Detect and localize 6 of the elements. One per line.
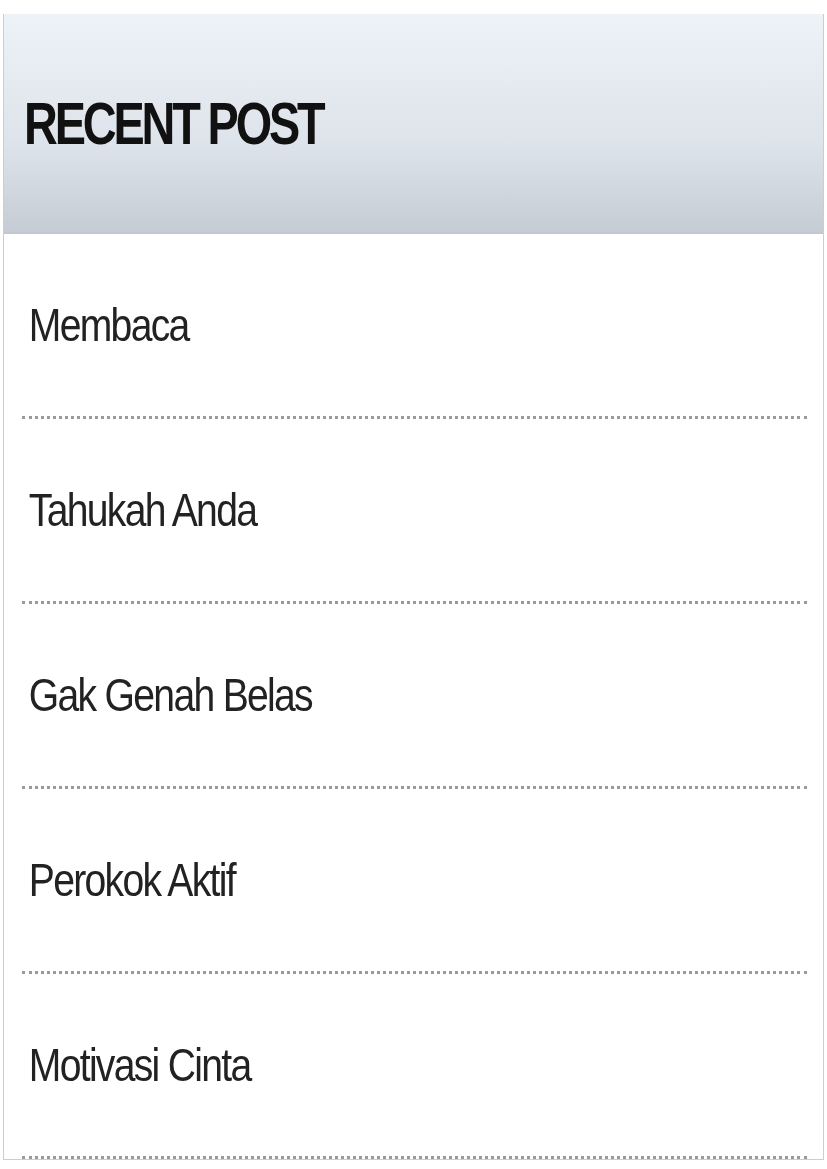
post-link[interactable]: Motivasi Cinta — [22, 1038, 251, 1092]
post-link[interactable]: Perokok Aktif — [22, 853, 235, 907]
post-link[interactable]: Membaca — [22, 298, 189, 352]
post-link[interactable]: Gak Genah Belas — [22, 668, 312, 722]
post-link[interactable]: Tahukah Anda — [22, 483, 257, 537]
widget-title: RECENT POST — [24, 88, 323, 158]
